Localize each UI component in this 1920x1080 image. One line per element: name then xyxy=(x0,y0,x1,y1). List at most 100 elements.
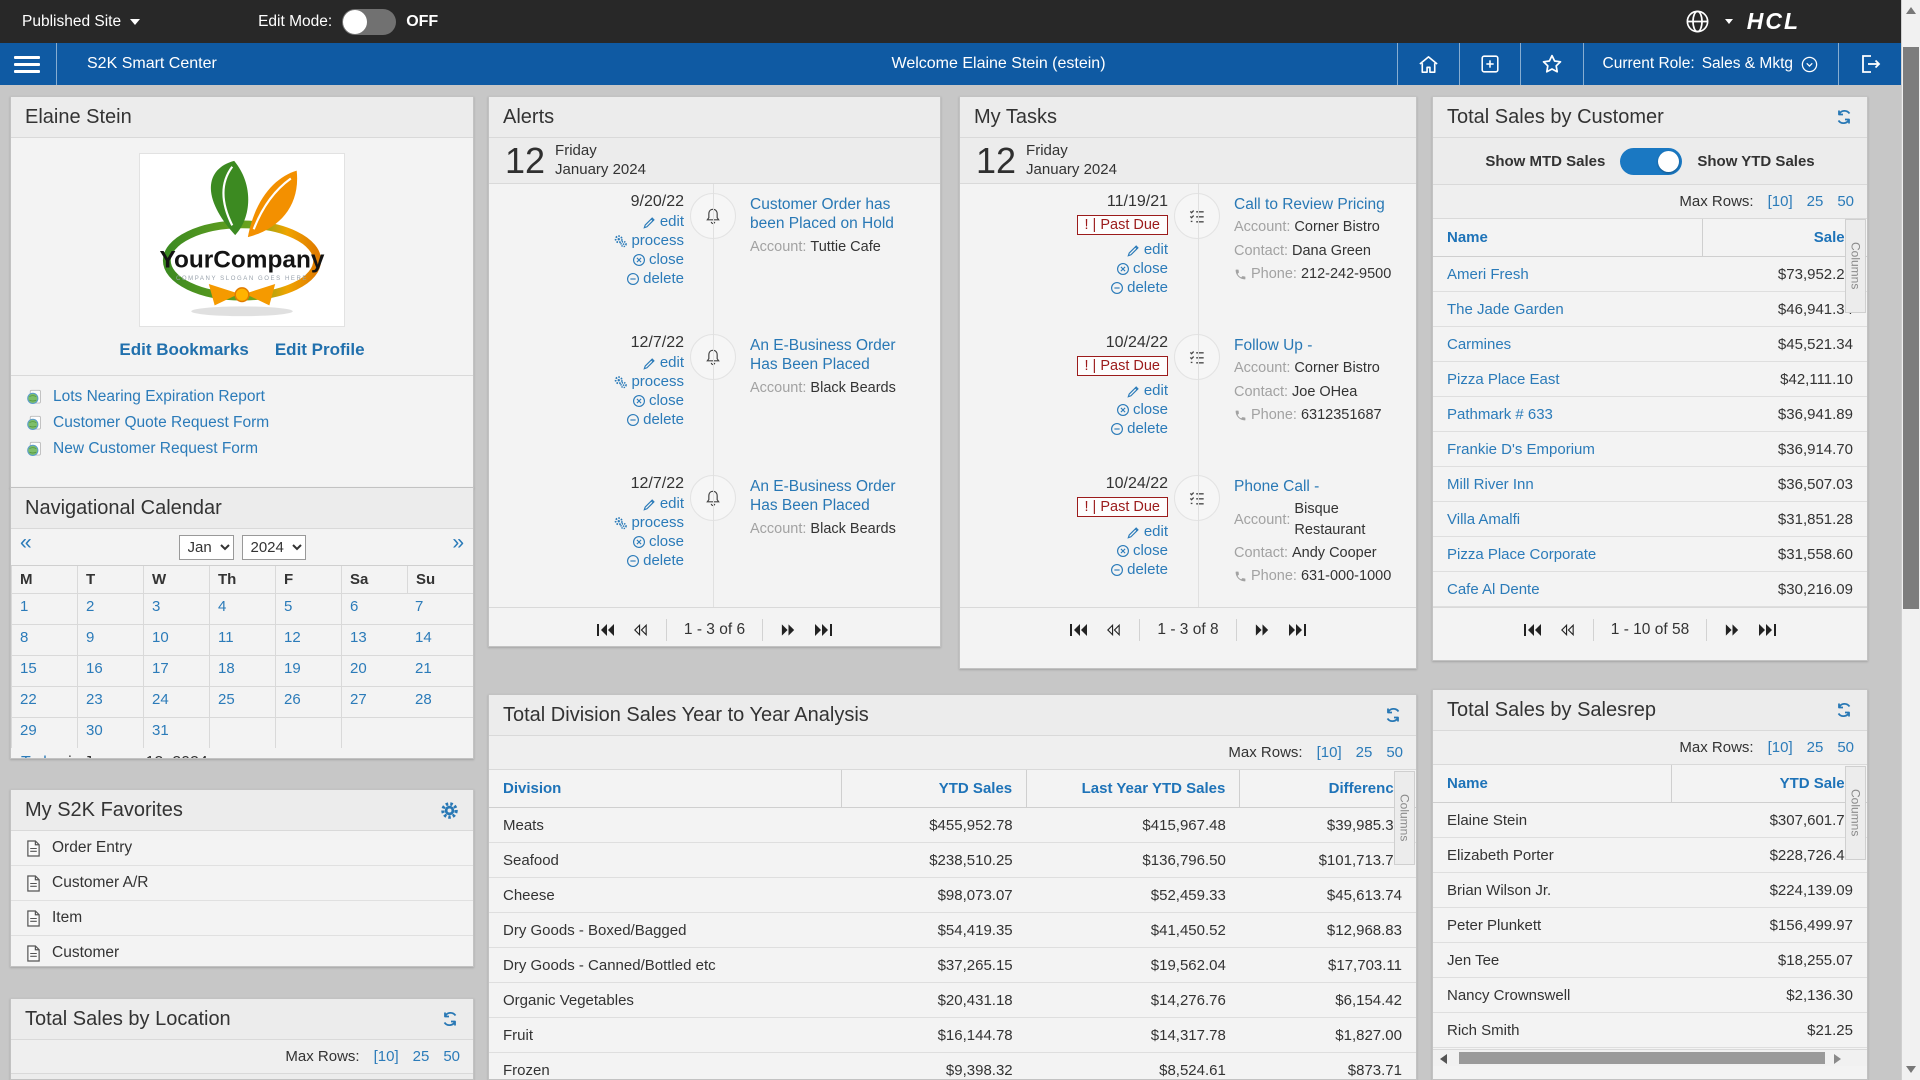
calendar-day-link[interactable]: 2 xyxy=(86,598,94,615)
column-header-difference[interactable]: Difference xyxy=(1240,770,1416,808)
process-link[interactable]: process xyxy=(613,373,684,390)
column-header-division[interactable]: Division xyxy=(489,770,841,808)
column-header-ytd-sales[interactable]: YTD Sales xyxy=(1672,765,1867,803)
calendar-day-link[interactable]: 5 xyxy=(284,598,292,615)
scrollbar-thumb[interactable] xyxy=(1903,47,1919,609)
next-page-button[interactable] xyxy=(1254,623,1271,637)
calendar-day-link[interactable]: 10 xyxy=(152,629,169,646)
scroll-up-icon[interactable] xyxy=(1906,7,1916,14)
bookmark-link[interactable]: Lots Nearing Expiration Report xyxy=(53,388,265,406)
previous-page-button[interactable] xyxy=(1559,623,1576,637)
calendar-day-link[interactable]: 18 xyxy=(218,660,235,677)
max-rows-option[interactable]: 50 xyxy=(443,1048,460,1065)
mtd-ytd-toggle[interactable] xyxy=(1620,148,1682,175)
delete-link[interactable]: delete xyxy=(1110,420,1168,437)
month-select[interactable]: Jan xyxy=(179,535,234,560)
last-page-button[interactable] xyxy=(1288,623,1306,637)
favorite-item[interactable]: Customer A/R xyxy=(11,866,473,901)
customer-link[interactable]: Mill River Inn xyxy=(1447,476,1534,493)
delete-link[interactable]: delete xyxy=(626,552,684,569)
favorite-item[interactable]: Customer xyxy=(11,936,473,967)
calendar-day-link[interactable]: 7 xyxy=(415,598,423,615)
task-title-link[interactable]: Call to Review Pricing xyxy=(1234,195,1402,214)
globe-icon[interactable] xyxy=(1684,8,1711,35)
calendar-day-link[interactable]: 3 xyxy=(152,598,160,615)
delete-link[interactable]: delete xyxy=(1110,561,1168,578)
calendar-day-link[interactable]: 20 xyxy=(350,660,367,677)
edit-link[interactable]: edit xyxy=(643,213,684,230)
customer-link[interactable]: Cafe Al Dente xyxy=(1447,581,1540,598)
scroll-left-icon[interactable] xyxy=(1440,1054,1447,1064)
today-link[interactable]: Today xyxy=(21,754,64,759)
edit-link[interactable]: edit xyxy=(643,354,684,371)
last-page-button[interactable] xyxy=(814,623,832,637)
customer-link[interactable]: Carmines xyxy=(1447,336,1511,353)
gear-icon[interactable] xyxy=(440,801,459,820)
close-link[interactable]: close xyxy=(632,533,684,550)
calendar-day-link[interactable]: 19 xyxy=(284,660,301,677)
bookmark-link[interactable]: Customer Quote Request Form xyxy=(53,414,269,432)
columns-tab[interactable]: Columns xyxy=(1394,771,1415,865)
calendar-day-link[interactable]: 9 xyxy=(86,629,94,646)
alert-title-link[interactable]: An E-Business Order Has Been Placed xyxy=(750,477,926,516)
max-rows-option[interactable]: [10] xyxy=(1768,193,1793,210)
calendar-day-link[interactable]: 23 xyxy=(86,691,103,708)
max-rows-option[interactable]: 50 xyxy=(1837,193,1854,210)
calendar-day-link[interactable]: 24 xyxy=(152,691,169,708)
alert-title-link[interactable]: Customer Order has been Placed on Hold xyxy=(750,195,926,234)
customer-link[interactable]: Pizza Place East xyxy=(1447,371,1560,388)
close-link[interactable]: close xyxy=(1116,260,1168,277)
customer-link[interactable]: Pizza Place Corporate xyxy=(1447,546,1596,563)
calendar-day-link[interactable]: 17 xyxy=(152,660,169,677)
max-rows-option[interactable]: [10] xyxy=(1768,739,1793,756)
next-page-button[interactable] xyxy=(780,623,797,637)
customer-link[interactable]: Frankie D's Emporium xyxy=(1447,441,1595,458)
refresh-icon[interactable] xyxy=(1835,701,1853,719)
max-rows-option[interactable]: 25 xyxy=(1356,744,1373,761)
refresh-icon[interactable] xyxy=(441,1010,459,1028)
calendar-day-link[interactable]: 8 xyxy=(20,629,28,646)
delete-link[interactable]: delete xyxy=(626,270,684,287)
current-role-dropdown[interactable]: Current Role: Sales & Mktg xyxy=(1583,43,1839,85)
calendar-day-link[interactable]: 4 xyxy=(218,598,226,615)
delete-link[interactable]: delete xyxy=(626,411,684,428)
edit-link[interactable]: edit xyxy=(1127,382,1168,399)
calendar-day-link[interactable]: 21 xyxy=(415,660,432,677)
scrollbar-thumb[interactable] xyxy=(1459,1052,1825,1064)
favorites-button[interactable] xyxy=(1520,43,1583,85)
customer-link[interactable]: Ameri Fresh xyxy=(1447,266,1529,283)
calendar-day-link[interactable]: 1 xyxy=(20,598,28,615)
close-link[interactable]: close xyxy=(632,251,684,268)
max-rows-option[interactable]: [10] xyxy=(1317,744,1342,761)
previous-year-icon[interactable]: « xyxy=(20,531,32,555)
vertical-scrollbar[interactable] xyxy=(1901,0,1920,1080)
calendar-day-link[interactable]: 14 xyxy=(415,629,432,646)
alert-title-link[interactable]: An E-Business Order Has Been Placed xyxy=(750,336,926,375)
home-button[interactable] xyxy=(1397,43,1459,85)
previous-page-button[interactable] xyxy=(1105,623,1122,637)
column-header-sales[interactable]: Sales xyxy=(1702,219,1867,257)
edit-bookmarks-link[interactable]: Edit Bookmarks xyxy=(119,340,248,360)
edit-mode-toggle[interactable] xyxy=(342,9,396,35)
first-page-button[interactable] xyxy=(1524,623,1542,637)
first-page-button[interactable] xyxy=(1070,623,1088,637)
customer-link[interactable]: Pathmark # 633 xyxy=(1447,406,1553,423)
refresh-icon[interactable] xyxy=(1384,706,1402,724)
max-rows-option[interactable]: 25 xyxy=(413,1048,430,1065)
column-header-name[interactable]: Name xyxy=(1433,219,1702,257)
next-page-button[interactable] xyxy=(1724,623,1741,637)
column-header-ytd-sales[interactable]: YTD Sales xyxy=(841,770,1026,808)
refresh-icon[interactable] xyxy=(1835,108,1853,126)
calendar-day-link[interactable]: 25 xyxy=(218,691,235,708)
calendar-day-link[interactable]: 16 xyxy=(86,660,103,677)
last-page-button[interactable] xyxy=(1758,623,1776,637)
bookmark-link[interactable]: New Customer Request Form xyxy=(53,440,258,458)
edit-profile-link[interactable]: Edit Profile xyxy=(275,340,365,360)
menu-icon[interactable] xyxy=(14,52,40,77)
task-title-link[interactable]: Follow Up - xyxy=(1234,336,1402,355)
max-rows-option[interactable]: 50 xyxy=(1386,744,1403,761)
column-header-name[interactable]: Name xyxy=(1433,765,1672,803)
horizontal-scrollbar[interactable] xyxy=(1433,1049,1867,1066)
columns-tab[interactable]: Columns xyxy=(1845,219,1866,313)
published-site-dropdown[interactable]: Published Site xyxy=(22,13,140,31)
